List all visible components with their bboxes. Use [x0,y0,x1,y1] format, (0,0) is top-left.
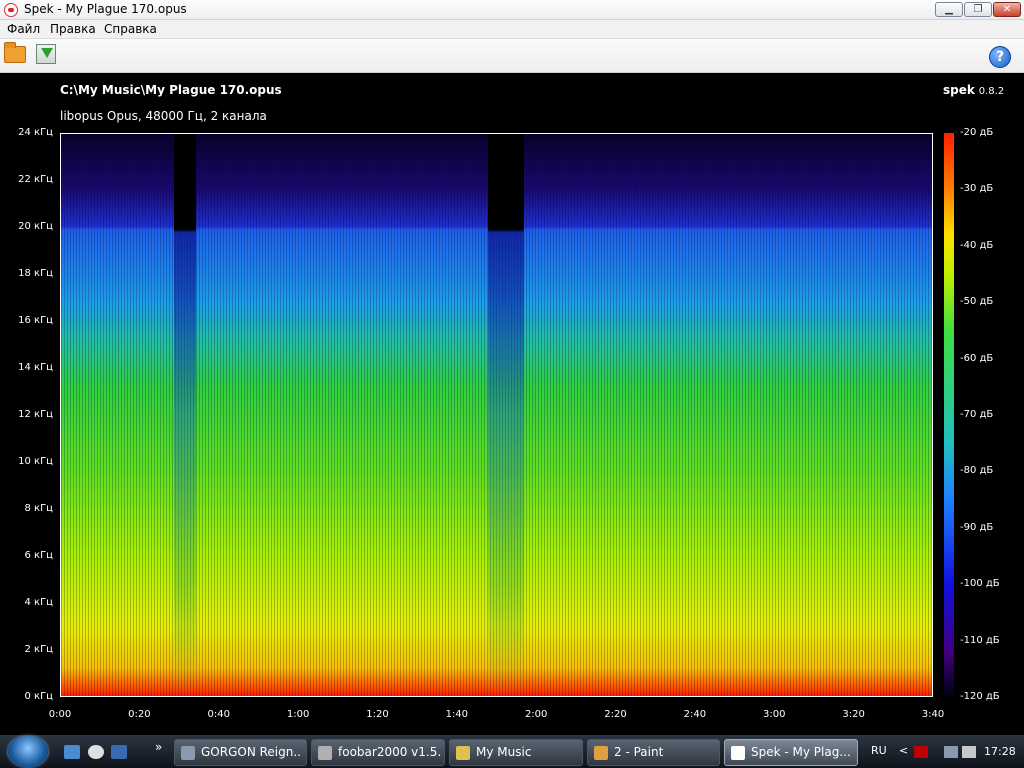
menu-edit[interactable]: Правка [50,22,96,36]
taskbar-button[interactable]: GORGON Reign... [174,739,307,766]
window-title: Spek - My Plague 170.opus [24,2,187,16]
y-tick-label: 16 кГц [18,315,53,326]
x-tick-label: 0:20 [128,709,151,720]
y-tick-label: 22 кГц [18,174,53,185]
colorbar-tick-label: -30 дБ [960,183,994,195]
brand-version: 0.8.2 [978,86,1005,97]
taskbar-app-icon [731,746,745,760]
x-tick-label: 3:40 [921,709,945,720]
save-icon[interactable] [36,44,56,64]
y-tick-label: 0 кГц [24,691,54,702]
quiet-section [174,134,196,696]
x-tick-label: 3:20 [842,709,865,720]
menu-help[interactable]: Справка [104,22,157,36]
close-button[interactable]: ✕ [993,2,1021,17]
minimize-button[interactable]: ▁ [935,2,963,17]
taskbar-app-icon [181,746,195,760]
y-tick-label: 12 кГц [18,409,53,420]
y-tick-label: 24 кГц [18,127,53,138]
switch-windows-icon[interactable] [111,745,127,759]
volume-tray-icon[interactable] [962,746,976,758]
colorbar-tick-label: -70 дБ [960,409,994,420]
start-button[interactable] [8,736,48,767]
x-tick-label: 1:40 [445,709,469,720]
menu-bar: Файл Правка Справка [0,20,1024,39]
taskbar-button[interactable]: 2 - Paint [587,739,720,766]
taskbar-app-icon [594,746,608,760]
y-tick-label: 14 кГц [18,362,53,373]
db-colorbar [944,133,954,697]
x-tick-label: 0:00 [48,709,72,720]
y-tick-label: 20 кГц [18,221,53,232]
maximize-button[interactable]: ❐ [964,2,992,17]
colorbar-tick-label: -100 дБ [960,578,1000,590]
colorbar-tick-label: -50 дБ [960,296,994,308]
toolbar [0,39,1024,73]
show-desktop-icon[interactable] [64,745,80,759]
title-bar[interactable]: Spek - My Plague 170.opus ▁ ❐ ✕ [0,0,1024,20]
taskbar-app-icon [456,746,470,760]
brand-name: spek [943,83,975,97]
language-indicator[interactable]: RU [871,744,887,757]
x-tick-label: 2:40 [683,709,707,720]
x-tick-label: 3:00 [763,709,786,720]
file-info: libopus Opus, 48000 Гц, 2 канала [60,109,267,123]
taskbar-button[interactable]: foobar2000 v1.5... [311,739,445,766]
clock[interactable]: 17:28 [984,745,1016,758]
help-icon[interactable]: ? [989,46,1011,68]
colorbar-tick-label: -20 дБ [960,127,994,138]
y-tick-label: 4 кГц [24,597,54,608]
y-tick-label: 2 кГц [24,644,54,655]
colorbar-tick-label: -90 дБ [960,521,994,533]
network-tray-icon[interactable] [944,746,958,758]
taskbar-button-label: My Music [476,745,532,759]
colorbar-tick-label: -120 дБ [960,691,1000,702]
y-tick-label: 10 кГц [18,456,53,467]
x-tick-label: 2:00 [524,709,548,720]
spectrogram-plot [60,133,933,697]
x-tick-label: 0:40 [207,709,230,720]
menu-file[interactable]: Файл [7,22,40,36]
x-tick-label: 1:00 [286,709,310,720]
file-path: C:\My Music\My Plague 170.opus [60,83,282,97]
tray-expand-icon[interactable]: < [899,744,908,757]
taskbar-button[interactable]: Spek - My Plag... [724,739,858,766]
close-icon: ✕ [1002,4,1012,15]
taskbar-button-label: foobar2000 v1.5... [338,745,440,759]
ati-tray-icon[interactable] [914,746,928,758]
colorbar-tick-label: -60 дБ [960,352,994,364]
media-player-icon[interactable] [88,745,104,759]
spek-app-icon[interactable] [4,3,18,17]
brand-label: spek 0.8.2 [943,83,1004,97]
y-tick-label: 6 кГц [24,550,54,561]
folder-open-icon[interactable] [4,42,26,63]
y-tick-label: 18 кГц [18,268,53,279]
x-tick-label: 2:20 [604,709,627,720]
minimize-icon: ▁ [945,4,953,15]
restore-icon: ❐ [973,4,983,15]
taskbar-button[interactable]: My Music [449,739,583,766]
quiet-section [488,134,524,696]
x-tick-label: 1:20 [366,709,389,720]
y-tick-label: 8 кГц [24,503,54,514]
taskbar-button-label: 2 - Paint [614,745,664,759]
taskbar-app-icon [318,746,332,760]
colorbar-tick-label: -80 дБ [960,465,994,477]
quicklaunch-overflow[interactable]: » [155,740,162,754]
taskbar-button-label: GORGON Reign... [201,745,302,759]
colorbar-tick-label: -110 дБ [960,634,1000,646]
taskbar-button-label: Spek - My Plag... [751,745,851,759]
colorbar-tick-label: -40 дБ [960,239,994,251]
